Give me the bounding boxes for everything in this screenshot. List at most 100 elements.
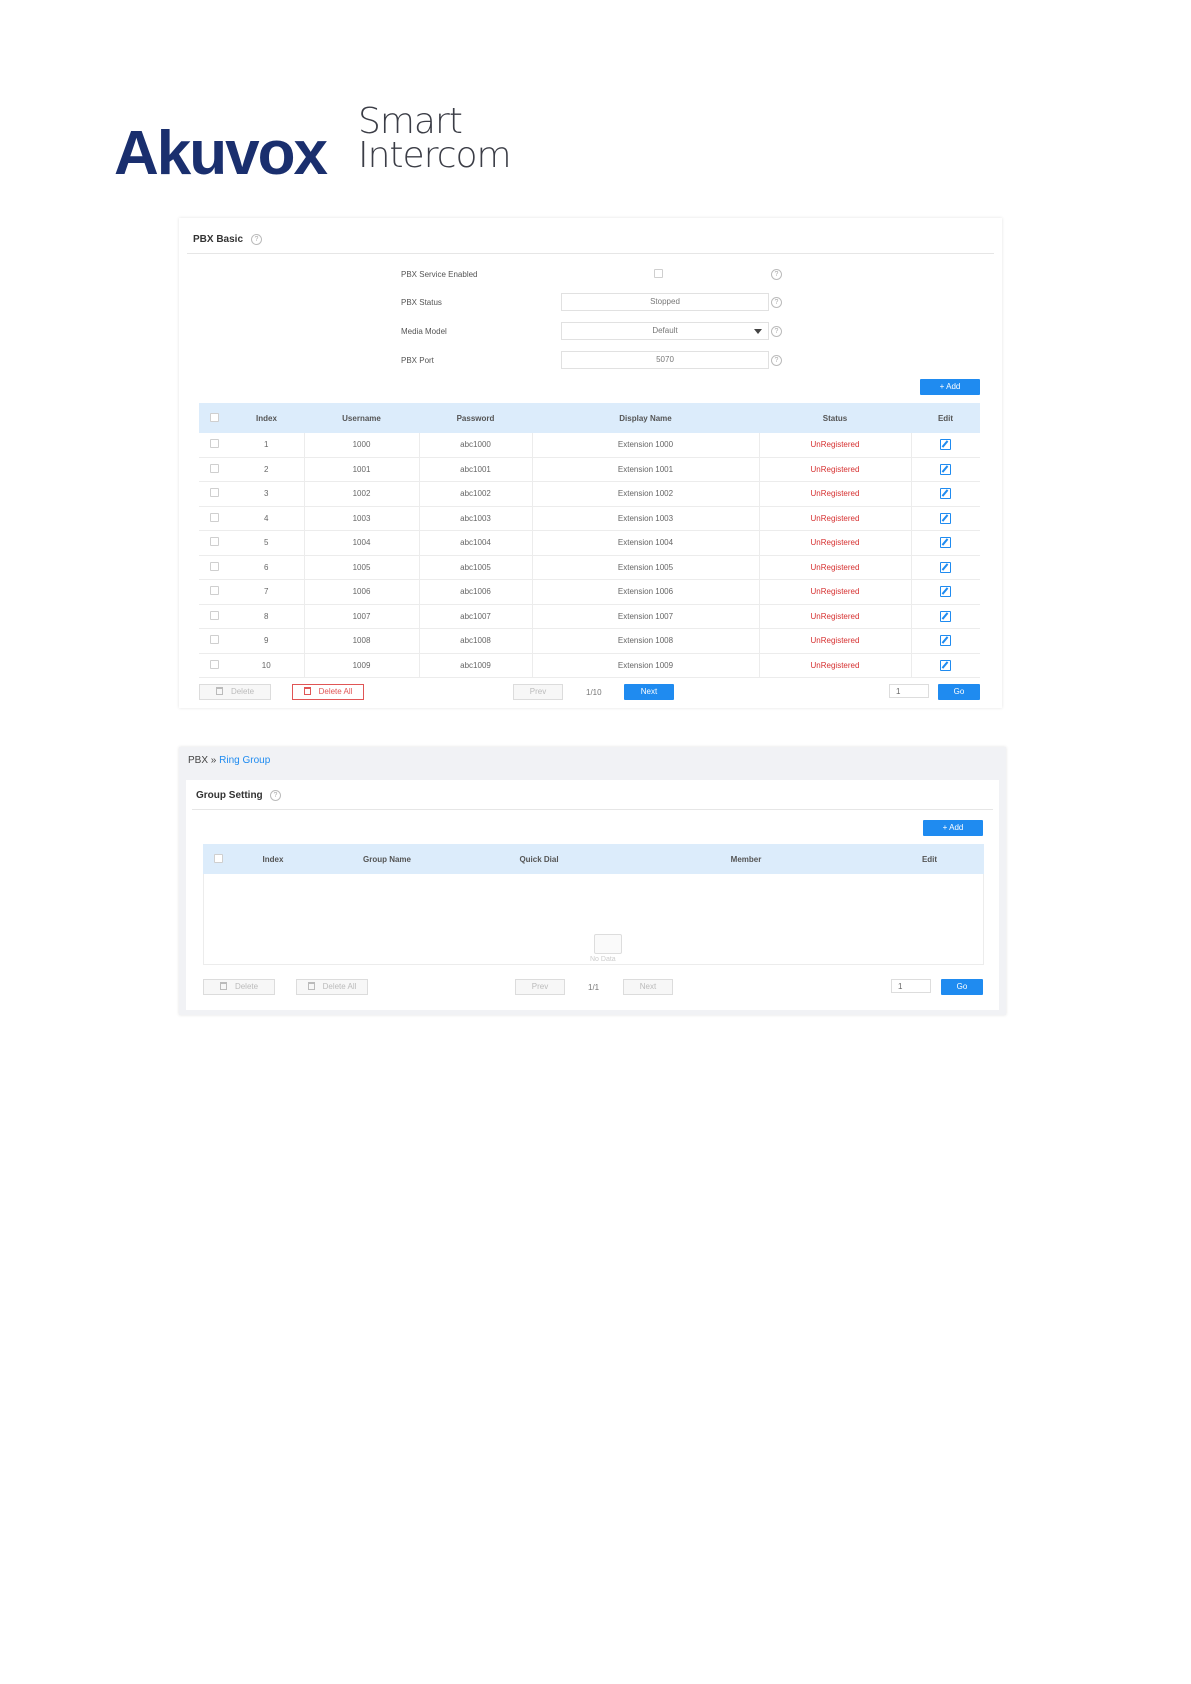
checkbox-cell [199, 457, 229, 482]
no-data-text: No Data [590, 956, 616, 963]
next-button[interactable]: Next [624, 684, 674, 700]
table-row: 4 1003 abc1003 Extension 1003 UnRegistered [199, 506, 980, 531]
index-cell: 4 [229, 506, 305, 531]
status-field: Stopped [561, 293, 769, 311]
section-title: PBX Basic [193, 234, 244, 245]
port-input[interactable]: 5070 [561, 351, 769, 369]
index-cell: 5 [229, 530, 305, 556]
checkbox-cell [199, 628, 229, 654]
column-header: Member [617, 844, 875, 874]
status-cell: UnRegistered [759, 604, 912, 629]
breadcrumb-root[interactable]: PBX [188, 755, 208, 766]
select-all-checkbox[interactable] [209, 412, 219, 422]
password-cell: abc1009 [419, 653, 533, 678]
display-name-cell: Extension 1008 [532, 628, 760, 654]
help-icon[interactable]: ? [771, 269, 782, 280]
row-checkbox[interactable] [209, 561, 219, 571]
page-number-input[interactable]: 1 [891, 979, 931, 993]
logo-brand: Akuvox [114, 119, 328, 188]
row-checkbox[interactable] [209, 586, 219, 596]
go-button[interactable]: Go [938, 684, 980, 700]
table-header: Index Group Name Quick Dial Member Edit [203, 844, 984, 874]
help-icon[interactable]: ? [771, 326, 782, 337]
checkbox-cell [199, 653, 229, 678]
column-header: Username [304, 403, 419, 433]
service-enabled-checkbox[interactable] [654, 269, 663, 278]
delete-all-label: Delete All [322, 982, 357, 991]
display-name-cell: Extension 1007 [532, 604, 760, 629]
help-icon[interactable]: ? [270, 790, 281, 801]
edit-icon[interactable] [940, 586, 952, 598]
edit-cell [911, 506, 980, 531]
edit-cell [911, 481, 980, 507]
display-name-cell: Extension 1002 [532, 481, 760, 507]
password-cell: abc1007 [419, 604, 533, 629]
delete-all-label: Delete All [318, 687, 353, 696]
delete-all-button[interactable]: Delete All [292, 684, 364, 700]
delete-button[interactable]: Delete [203, 979, 275, 995]
help-icon[interactable]: ? [771, 355, 782, 366]
delete-label: Delete [234, 982, 259, 991]
index-cell: 6 [229, 555, 305, 580]
edit-icon[interactable] [940, 635, 952, 647]
password-cell: abc1008 [419, 628, 533, 654]
display-name-cell: Extension 1004 [532, 530, 760, 556]
edit-icon[interactable] [940, 659, 952, 671]
media-model-select[interactable]: Default [561, 322, 769, 340]
edit-cell [911, 555, 980, 580]
trash-icon [219, 982, 227, 990]
username-cell: 1005 [304, 555, 420, 580]
next-button[interactable]: Next [623, 979, 673, 995]
delete-all-button[interactable]: Delete All [296, 979, 368, 995]
row-checkbox[interactable] [209, 537, 219, 547]
password-cell: abc1001 [419, 457, 533, 482]
display-name-cell: Extension 1001 [532, 457, 760, 482]
row-checkbox[interactable] [209, 659, 219, 669]
edit-icon[interactable] [940, 610, 952, 622]
checkbox-cell [199, 433, 229, 458]
column-header: Edit [875, 844, 984, 874]
edit-cell [911, 653, 980, 678]
username-cell: 1006 [304, 579, 420, 605]
help-icon[interactable]: ? [251, 234, 262, 245]
prev-button[interactable]: Prev [513, 684, 563, 700]
table-row: 8 1007 abc1007 Extension 1007 UnRegistered [199, 604, 980, 629]
row-checkbox[interactable] [209, 488, 219, 498]
edit-icon[interactable] [940, 463, 952, 475]
display-name-cell: Extension 1005 [532, 555, 760, 580]
username-cell: 1004 [304, 530, 420, 556]
edit-icon[interactable] [940, 512, 952, 524]
help-icon[interactable]: ? [771, 297, 782, 308]
status-cell: UnRegistered [759, 506, 912, 531]
row-checkbox[interactable] [209, 512, 219, 522]
table-row: 2 1001 abc1001 Extension 1001 UnRegistered [199, 457, 980, 482]
edit-icon[interactable] [940, 561, 952, 573]
edit-icon[interactable] [940, 537, 952, 549]
display-name-cell: Extension 1006 [532, 579, 760, 605]
status-cell: UnRegistered [759, 653, 912, 678]
row-checkbox[interactable] [209, 463, 219, 473]
delete-button[interactable]: Delete [199, 684, 271, 700]
index-cell: 2 [229, 457, 305, 482]
index-cell: 9 [229, 628, 305, 654]
breadcrumb-separator: » [210, 755, 217, 766]
username-cell: 1008 [304, 628, 420, 654]
status-cell: UnRegistered [759, 579, 912, 605]
checkbox-cell [199, 555, 229, 580]
row-checkbox[interactable] [209, 635, 219, 645]
go-button[interactable]: Go [941, 979, 983, 995]
row-checkbox[interactable] [209, 439, 219, 449]
table-row: 9 1008 abc1008 Extension 1008 UnRegistered [199, 628, 980, 654]
page-number-input[interactable]: 1 [889, 684, 929, 698]
delete-label: Delete [230, 687, 255, 696]
edit-icon[interactable] [940, 439, 952, 451]
row-checkbox[interactable] [209, 610, 219, 620]
add-button[interactable]: + Add [923, 820, 983, 836]
add-button[interactable]: + Add [920, 379, 980, 395]
index-cell: 7 [229, 579, 305, 605]
prev-button[interactable]: Prev [515, 979, 565, 995]
column-header: Group Name [313, 844, 461, 874]
breadcrumb-current[interactable]: Ring Group [219, 755, 270, 766]
edit-icon[interactable] [940, 488, 952, 500]
select-all-checkbox[interactable] [213, 853, 223, 863]
